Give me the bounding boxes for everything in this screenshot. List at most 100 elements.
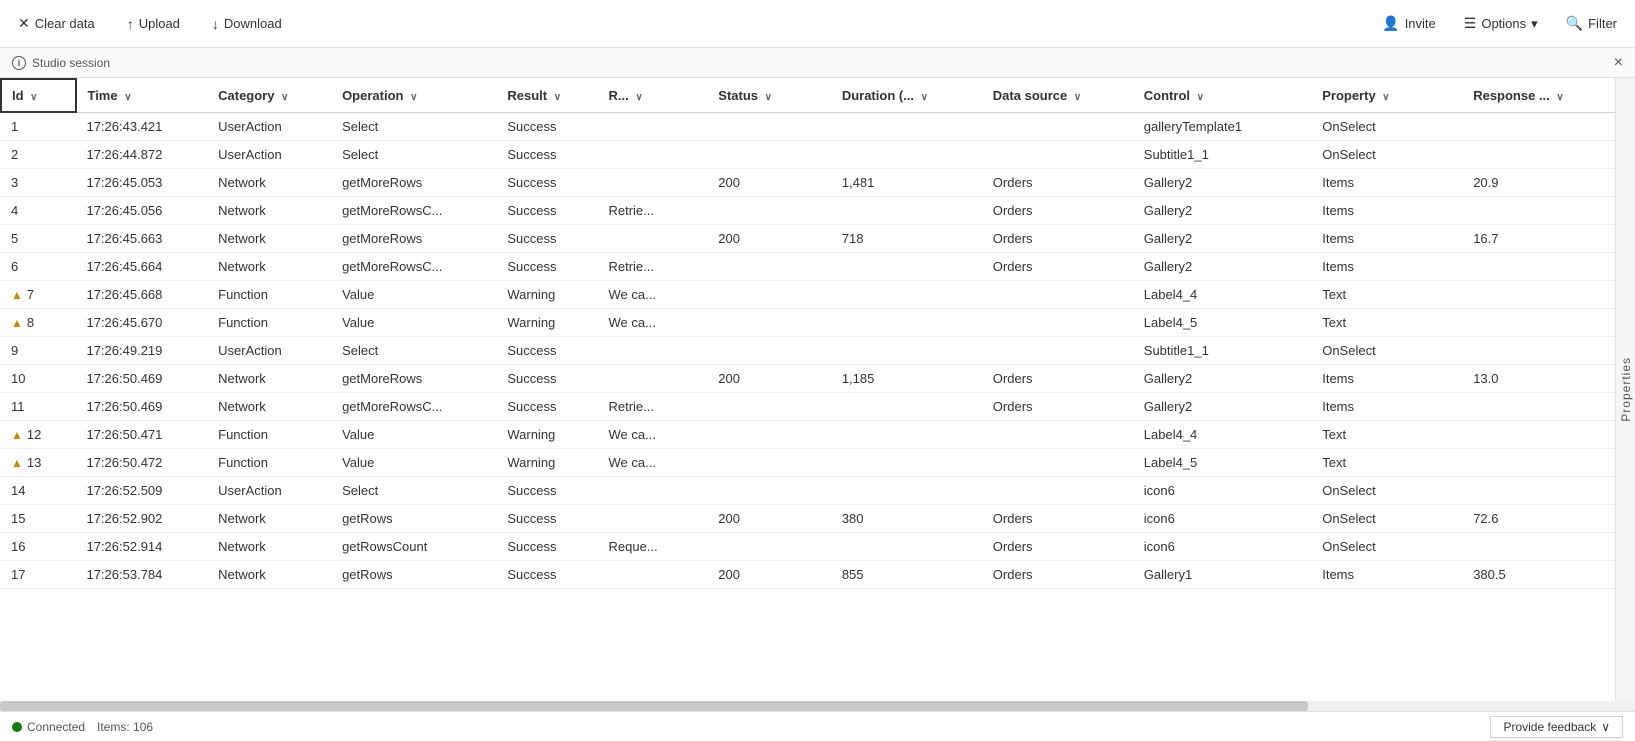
right-panel[interactable]: Properties	[1615, 78, 1635, 701]
col-header-operation[interactable]: Operation ∨	[332, 79, 497, 112]
control-cell: Label4_5	[1134, 309, 1312, 337]
data-table: Id ∨ Time ∨ Category ∨ Operation ∨ Resul…	[0, 78, 1615, 589]
time-cell: 17:26:52.509	[76, 477, 208, 505]
table-row[interactable]: ▲1217:26:50.471FunctionValueWarningWe ca…	[1, 421, 1615, 449]
provide-feedback-button[interactable]: Provide feedback ∨	[1490, 716, 1623, 738]
table-container[interactable]: Id ∨ Time ∨ Category ∨ Operation ∨ Resul…	[0, 78, 1615, 701]
category-cell: UserAction	[208, 141, 332, 169]
time-cell: 17:26:50.471	[76, 421, 208, 449]
result-cell: Success	[497, 393, 598, 421]
items-count: Items: 106	[97, 720, 153, 734]
status-cell	[708, 337, 832, 365]
col-header-id[interactable]: Id ∨	[1, 79, 76, 112]
table-row[interactable]: 1517:26:52.902NetworkgetRowsSuccess20038…	[1, 505, 1615, 533]
result-cell: Success	[497, 365, 598, 393]
table-row[interactable]: 1617:26:52.914NetworkgetRowsCountSuccess…	[1, 533, 1615, 561]
result-cell: Success	[497, 225, 598, 253]
id-cell: ▲8	[1, 309, 76, 337]
status-cell	[708, 477, 832, 505]
r-cell	[598, 477, 708, 505]
operation-cell: getMoreRowsC...	[332, 197, 497, 225]
time-cell: 17:26:52.902	[76, 505, 208, 533]
datasource-cell: Orders	[983, 197, 1134, 225]
clear-data-button[interactable]: ✕ Clear data	[12, 11, 101, 36]
table-row[interactable]: 117:26:43.421UserActionSelectSuccessgall…	[1, 112, 1615, 141]
table-row[interactable]: 317:26:45.053NetworkgetMoreRowsSuccess20…	[1, 169, 1615, 197]
status-cell	[708, 253, 832, 281]
response-cell	[1463, 141, 1615, 169]
response-cell	[1463, 112, 1615, 141]
col-header-status[interactable]: Status ∨	[708, 79, 832, 112]
warning-icon: ▲	[11, 288, 23, 302]
col-header-category[interactable]: Category ∨	[208, 79, 332, 112]
table-row[interactable]: 517:26:45.663NetworkgetMoreRowsSuccess20…	[1, 225, 1615, 253]
table-row[interactable]: 1017:26:50.469NetworkgetMoreRowsSuccess2…	[1, 365, 1615, 393]
duration-cell	[832, 281, 983, 309]
table-row[interactable]: 617:26:45.664NetworkgetMoreRowsC...Succe…	[1, 253, 1615, 281]
id-cell: 1	[1, 112, 76, 141]
duration-cell: 718	[832, 225, 983, 253]
table-row[interactable]: ▲1317:26:50.472FunctionValueWarningWe ca…	[1, 449, 1615, 477]
chevron-down-icon: ∨	[1601, 720, 1610, 734]
result-cell: Success	[497, 141, 598, 169]
person-icon: 👤	[1382, 15, 1399, 32]
invite-button[interactable]: 👤 Invite	[1376, 11, 1442, 36]
toolbar: ✕ Clear data ↑ Upload ↓ Download 👤 Invit…	[0, 0, 1635, 48]
col-header-duration[interactable]: Duration (... ∨	[832, 79, 983, 112]
operation-cell: Value	[332, 421, 497, 449]
upload-button[interactable]: ↑ Upload	[121, 12, 186, 36]
id-cell: 15	[1, 505, 76, 533]
duration-cell	[832, 309, 983, 337]
table-row[interactable]: 417:26:45.056NetworkgetMoreRowsC...Succe…	[1, 197, 1615, 225]
result-cell: Success	[497, 505, 598, 533]
category-cell: Network	[208, 197, 332, 225]
r-cell	[598, 112, 708, 141]
property-cell: Items	[1312, 225, 1463, 253]
operation-cell: Value	[332, 309, 497, 337]
col-header-control[interactable]: Control ∨	[1134, 79, 1312, 112]
status-cell	[708, 141, 832, 169]
status-cell	[708, 281, 832, 309]
filter-button[interactable]: 🔍 Filter	[1560, 11, 1623, 36]
status-cell	[708, 393, 832, 421]
download-button[interactable]: ↓ Download	[206, 12, 288, 36]
options-button[interactable]: ☰ Options ▾	[1458, 11, 1544, 36]
col-header-time[interactable]: Time ∨	[76, 79, 208, 112]
col-header-datasource[interactable]: Data source ∨	[983, 79, 1134, 112]
result-cell: Warning	[497, 421, 598, 449]
result-cell: Success	[497, 561, 598, 589]
status-cell	[708, 309, 832, 337]
r-cell	[598, 505, 708, 533]
col-header-result[interactable]: Result ∨	[497, 79, 598, 112]
table-row[interactable]: 917:26:49.219UserActionSelectSuccessSubt…	[1, 337, 1615, 365]
table-row[interactable]: 217:26:44.872UserActionSelectSuccessSubt…	[1, 141, 1615, 169]
table-row[interactable]: 1717:26:53.784NetworkgetRowsSuccess20085…	[1, 561, 1615, 589]
control-cell: icon6	[1134, 533, 1312, 561]
col-header-property[interactable]: Property ∨	[1312, 79, 1463, 112]
menu-icon: ☰	[1464, 15, 1477, 32]
sort-icon-result: ∨	[554, 92, 561, 103]
property-cell: OnSelect	[1312, 533, 1463, 561]
category-cell: Network	[208, 365, 332, 393]
result-cell: Warning	[497, 281, 598, 309]
upload-label: Upload	[139, 16, 180, 31]
id-cell: 16	[1, 533, 76, 561]
status-cell	[708, 421, 832, 449]
connected-dot	[12, 722, 22, 732]
table-row[interactable]: 1417:26:52.509UserActionSelectSuccessico…	[1, 477, 1615, 505]
close-button[interactable]: ×	[1614, 55, 1623, 71]
table-row[interactable]: ▲717:26:45.668FunctionValueWarningWe ca.…	[1, 281, 1615, 309]
property-cell: OnSelect	[1312, 141, 1463, 169]
col-header-response[interactable]: Response ... ∨	[1463, 79, 1615, 112]
table-row[interactable]: ▲817:26:45.670FunctionValueWarningWe ca.…	[1, 309, 1615, 337]
horizontal-scrollbar[interactable]	[0, 701, 1635, 711]
col-header-r[interactable]: R... ∨	[598, 79, 708, 112]
operation-cell: Select	[332, 337, 497, 365]
table-row[interactable]: 1117:26:50.469NetworkgetMoreRowsC...Succ…	[1, 393, 1615, 421]
connected-label: Connected	[27, 720, 85, 734]
property-cell: OnSelect	[1312, 477, 1463, 505]
duration-cell: 380	[832, 505, 983, 533]
category-cell: Network	[208, 225, 332, 253]
time-cell: 17:26:45.668	[76, 281, 208, 309]
control-cell: Gallery2	[1134, 365, 1312, 393]
